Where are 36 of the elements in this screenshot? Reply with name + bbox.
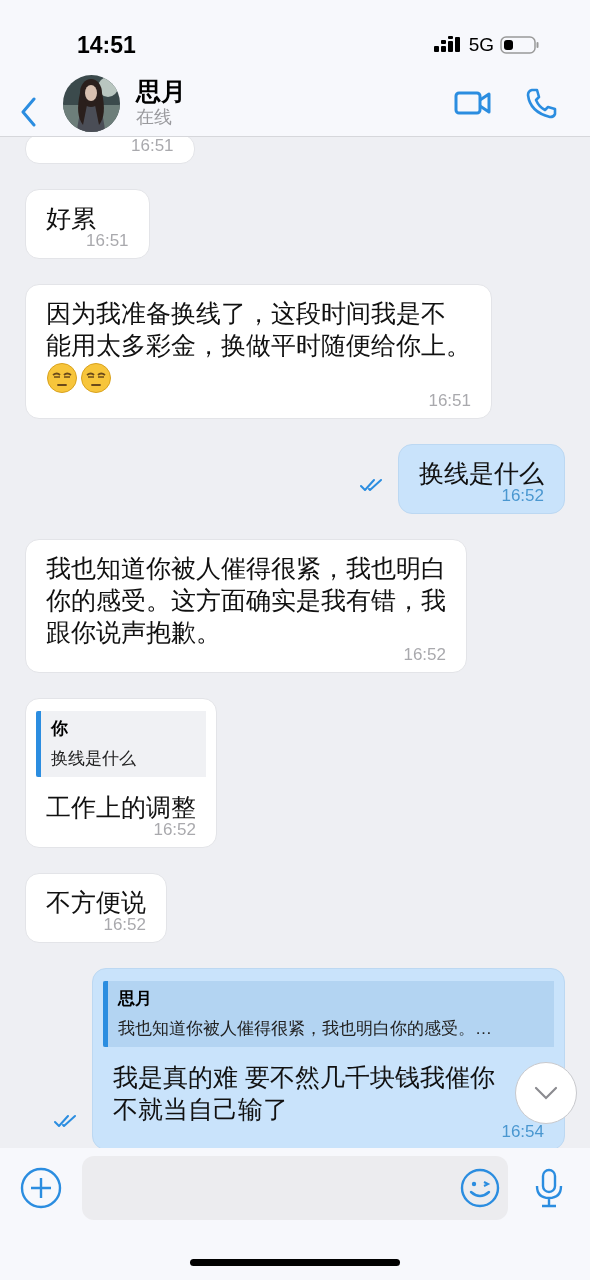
signal-icon <box>432 35 463 55</box>
network-label: 5G <box>468 32 494 57</box>
emoji-button[interactable] <box>460 1168 500 1208</box>
message-time: 16:52 <box>501 486 544 507</box>
quoted-author: 你 <box>51 718 69 740</box>
microphone-button[interactable] <box>534 1168 564 1208</box>
message-time: 16:51 <box>428 390 471 412</box>
message-time: 16:52 <box>103 915 146 936</box>
quoted-text: 我也知道你被人催得很紧，我也明白你的感受。… <box>118 1018 492 1040</box>
message-text: 跟你说声抱歉。 <box>46 617 222 648</box>
message-text: 不方便说 <box>46 887 146 918</box>
video-call-button[interactable] <box>454 90 492 116</box>
chevron-down-icon <box>534 1086 558 1100</box>
message-text: 我也知道你被人催得很紧，我也明白 <box>46 553 446 584</box>
message-text: 能用太多彩金，换做平时随便给你上。 <box>46 330 471 361</box>
add-attachment-button[interactable] <box>20 1167 62 1209</box>
quoted-author: 思月 <box>118 988 153 1010</box>
presence-status: 在线 <box>136 106 173 128</box>
message-text: 换线是什么 <box>419 458 544 489</box>
sleepy-face-icon <box>46 362 78 394</box>
message-time: 16:51 <box>131 137 174 157</box>
message-time: 16:51 <box>86 231 129 252</box>
clock: 14:51 <box>77 30 136 60</box>
message-text: 不就当自己输了 <box>113 1094 289 1125</box>
message-text: 因为我准备换线了，这段时间我是不 <box>46 298 447 329</box>
message-time: 16:54 <box>501 1121 544 1143</box>
phone-call-button[interactable] <box>526 87 558 119</box>
message-text: 我是真的难 要不然几千块钱我催你 <box>113 1062 496 1093</box>
message-time: 16:52 <box>403 644 446 666</box>
message-input-field[interactable] <box>82 1156 508 1220</box>
contact-name: 思月 <box>136 76 186 106</box>
sleepy-face-icon <box>80 362 112 394</box>
quoted-text: 换线是什么 <box>51 748 136 770</box>
message-text: 好累 <box>46 203 97 234</box>
message-text: 你的感受。这方面确实是我有错，我 <box>46 585 446 616</box>
battery-icon <box>500 35 540 55</box>
